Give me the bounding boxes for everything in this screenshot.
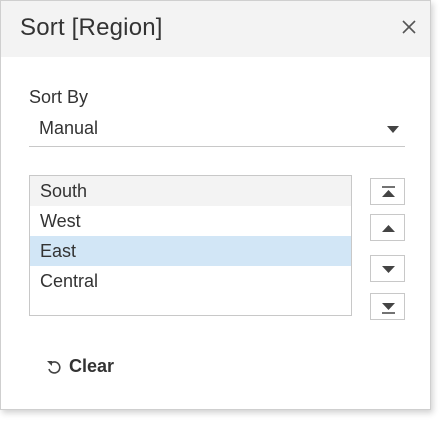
list-item[interactable]: East [30,236,351,266]
move-to-top-icon [382,186,395,197]
move-to-top-button[interactable] [370,178,405,205]
clear-label: Clear [69,356,115,376]
list-item[interactable]: West [30,206,351,236]
list-item-label: East [40,241,77,261]
move-to-bottom-icon [382,303,395,314]
caret-down-icon [387,126,399,133]
move-up-icon [382,225,395,232]
dialog-title: Sort [Region] [20,14,163,41]
sort-order-list[interactable]: South West East Central [29,175,352,316]
list-item-label: South [40,181,88,201]
sort-by-value: Manual [39,118,99,138]
sort-dialog: Sort [Region] Sort By Manual South West … [0,0,431,410]
list-item[interactable]: Central [30,266,351,296]
list-item-label: Central [40,271,99,291]
sort-by-label: Sort By [29,87,89,107]
sort-by-dropdown[interactable]: Manual [29,114,405,147]
list-item[interactable]: South [30,176,351,206]
dialog-header: Sort [Region] [1,1,430,57]
undo-icon [47,361,61,374]
list-item-label: West [40,211,81,231]
move-up-button[interactable] [370,214,405,241]
move-to-bottom-button[interactable] [370,293,405,320]
close-icon[interactable] [400,18,418,36]
move-down-button[interactable] [370,255,405,282]
move-down-icon [382,266,395,273]
